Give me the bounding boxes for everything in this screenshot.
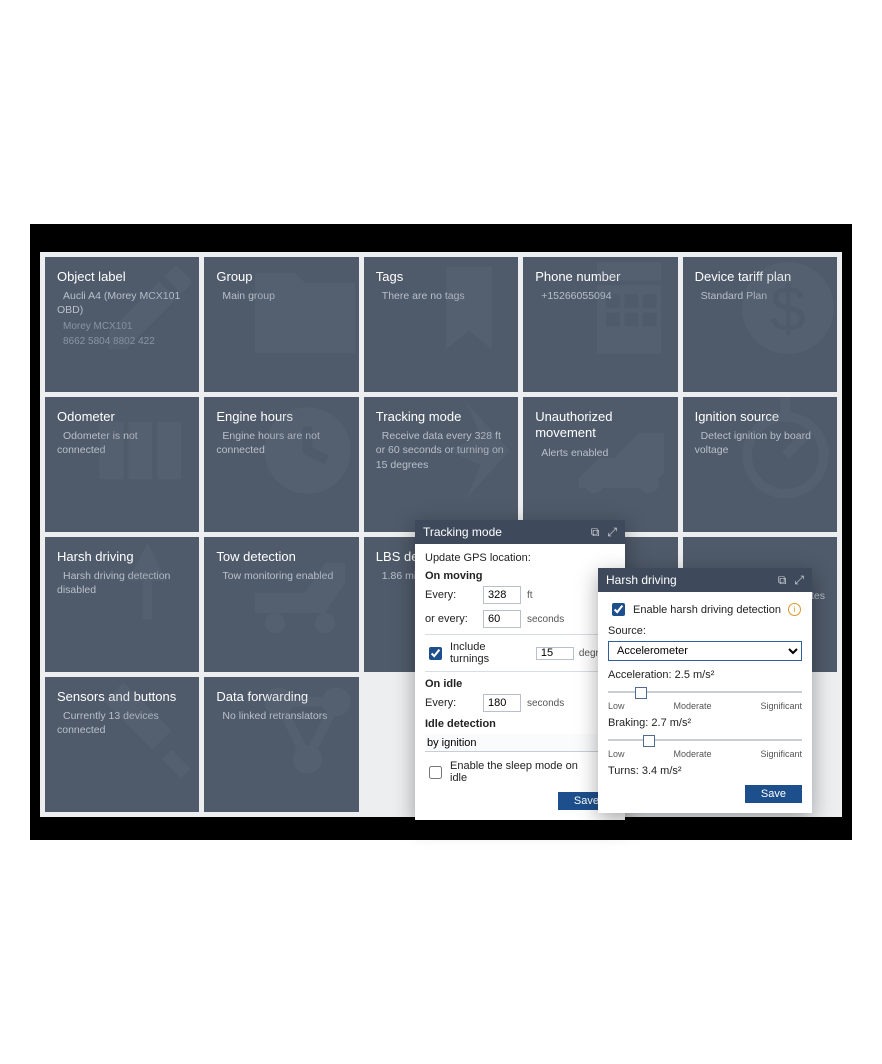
card-title: Tracking mode xyxy=(376,409,506,425)
card-group[interactable]: Group Main group xyxy=(204,257,358,392)
card-title: Ignition source xyxy=(695,409,825,425)
braking-slider[interactable] xyxy=(608,733,802,747)
card-sub: Tow monitoring enabled xyxy=(216,569,346,583)
card-title: Tags xyxy=(376,269,506,285)
card-title: Object label xyxy=(57,269,187,285)
card-sub: Standard Plan xyxy=(695,289,825,303)
card-title: Phone number xyxy=(535,269,665,285)
info-icon[interactable]: i xyxy=(788,603,801,616)
collapse-icon[interactable]: ⤢ xyxy=(607,525,617,540)
idle-input[interactable] xyxy=(483,694,521,712)
slider-moderate: Moderate xyxy=(673,701,711,711)
card-title: Group xyxy=(216,269,346,285)
acceleration-slider[interactable] xyxy=(608,685,802,699)
enable-harsh-checkbox[interactable] xyxy=(612,603,625,616)
card-engine-hours[interactable]: Engine hours Engine hours are not connec… xyxy=(204,397,358,532)
enable-harsh-label: Enable harsh driving detection xyxy=(633,604,781,616)
distance-unit: ft xyxy=(527,590,533,601)
card-tracking-mode[interactable]: Tracking mode Receive data every 328 ft … xyxy=(364,397,518,532)
popup-header[interactable]: Harsh driving ⧉ ⤢ xyxy=(598,568,812,592)
cards-panel: Object label Aucli A4 (Morey MCX101 OBD)… xyxy=(40,252,842,817)
card-title: Sensors and buttons xyxy=(57,689,187,705)
copy-icon[interactable]: ⧉ xyxy=(591,525,600,540)
update-gps-label: Update GPS location: xyxy=(425,552,615,564)
slider-significant: Significant xyxy=(760,701,802,711)
card-title: Tow detection xyxy=(216,549,346,565)
popup-tracking-mode: Tracking mode ⧉ ⤢ Update GPS location: O… xyxy=(415,520,625,820)
popup-harsh-driving: Harsh driving ⧉ ⤢ Enable harsh driving d… xyxy=(598,568,812,813)
popup-title: Tracking mode xyxy=(423,525,502,539)
card-sub: Receive data every 328 ft or 60 seconds … xyxy=(376,429,506,472)
card-title: Odometer xyxy=(57,409,187,425)
idle-mode-input[interactable] xyxy=(425,734,615,752)
idle-detection-label: Idle detection xyxy=(425,718,615,730)
card-sub: No linked retranslators xyxy=(216,709,346,723)
popup-header[interactable]: Tracking mode ⧉ ⤢ xyxy=(415,520,625,544)
card-title: Unauthorized movement xyxy=(535,409,665,442)
card-unauthorized[interactable]: Unauthorized movement Alerts enabled xyxy=(523,397,677,532)
card-ignition[interactable]: Ignition source Detect ignition by board… xyxy=(683,397,837,532)
include-turnings-checkbox[interactable] xyxy=(429,647,442,660)
card-data-forwarding[interactable]: Data forwarding No linked retranslators xyxy=(204,677,358,812)
card-sub2: Morey MCX101 xyxy=(57,320,187,333)
or-every-label: or every: xyxy=(425,613,477,625)
card-sub: Odometer is not connected xyxy=(57,429,187,457)
card-phone[interactable]: Phone number +15266055094 xyxy=(523,257,677,392)
card-title: Engine hours xyxy=(216,409,346,425)
every-label: Every: xyxy=(425,589,477,601)
turn-input[interactable] xyxy=(536,647,574,660)
app-frame: Object label Aucli A4 (Morey MCX101 OBD)… xyxy=(30,224,852,840)
card-object-label[interactable]: Object label Aucli A4 (Morey MCX101 OBD)… xyxy=(45,257,199,392)
card-sub: Detect ignition by board voltage xyxy=(695,429,825,457)
card-odometer[interactable]: Odometer Odometer is not connected xyxy=(45,397,199,532)
idle-unit: seconds xyxy=(527,698,564,709)
acceleration-label: Acceleration: 2.5 m/s² xyxy=(608,669,802,681)
card-tags[interactable]: Tags There are no tags xyxy=(364,257,518,392)
card-sub3: 8662 5804 8802 422 xyxy=(57,335,187,348)
card-title: Data forwarding xyxy=(216,689,346,705)
time-input[interactable] xyxy=(483,610,521,628)
copy-icon[interactable]: ⧉ xyxy=(778,573,787,588)
slider-moderate: Moderate xyxy=(673,749,711,759)
slider-low: Low xyxy=(608,701,625,711)
distance-input[interactable] xyxy=(483,586,521,604)
card-tariff[interactable]: $ Device tariff plan Standard Plan xyxy=(683,257,837,392)
time-unit: seconds xyxy=(527,614,564,625)
include-turnings-label: Include turnings xyxy=(450,641,526,665)
card-sensors[interactable]: Sensors and buttons Currently 13 devices… xyxy=(45,677,199,812)
card-sub: There are no tags xyxy=(376,289,506,303)
source-select[interactable]: Accelerometer xyxy=(608,641,802,661)
card-sub: +15266055094 xyxy=(535,289,665,303)
card-sub: Main group xyxy=(216,289,346,303)
card-sub: Currently 13 devices connected xyxy=(57,709,187,737)
slider-significant: Significant xyxy=(760,749,802,759)
card-tow-detection[interactable]: Tow detection Tow monitoring enabled xyxy=(204,537,358,672)
card-sub: Harsh driving detection disabled xyxy=(57,569,187,597)
card-sub: Engine hours are not connected xyxy=(216,429,346,457)
sleep-mode-checkbox[interactable] xyxy=(429,766,442,779)
card-title: Harsh driving xyxy=(57,549,187,565)
collapse-icon[interactable]: ⤢ xyxy=(794,573,804,588)
sleep-mode-label: Enable the sleep mode on idle xyxy=(450,760,595,784)
popup-title: Harsh driving xyxy=(606,573,677,587)
turns-label: Turns: 3.4 m/s² xyxy=(608,765,802,777)
idle-every-label: Every: xyxy=(425,697,477,709)
card-sub: Alerts enabled xyxy=(535,446,665,460)
card-sub: Aucli A4 (Morey MCX101 OBD) xyxy=(57,289,187,317)
harsh-save-button[interactable]: Save xyxy=(745,785,802,803)
card-title: Device tariff plan xyxy=(695,269,825,285)
source-label: Source: xyxy=(608,625,802,637)
on-idle-label: On idle xyxy=(425,678,615,690)
card-harsh-driving[interactable]: Harsh driving Harsh driving detection di… xyxy=(45,537,199,672)
slider-low: Low xyxy=(608,749,625,759)
on-moving-label: On moving xyxy=(425,570,615,582)
braking-label: Braking: 2.7 m/s² xyxy=(608,717,802,729)
